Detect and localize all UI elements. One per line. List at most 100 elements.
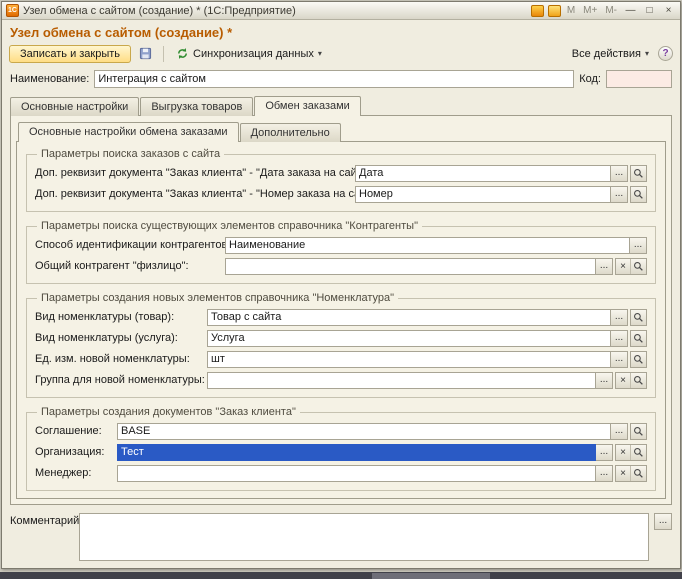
group-new-nomenclature-params: Параметры создания новых элементов справ…: [26, 292, 656, 398]
window-title: Узел обмена с сайтом (создание) * (1С:Пр…: [23, 5, 527, 17]
name-input[interactable]: [94, 70, 574, 88]
field-label: Доп. реквизит документа "Заказ клиента" …: [35, 188, 355, 200]
open-button[interactable]: [631, 331, 646, 346]
organization-input[interactable]: [117, 444, 596, 461]
choose-button[interactable]: ...: [630, 237, 647, 254]
field-buttons: [630, 309, 647, 326]
form-row: Доп. реквизит документа "Заказ клиента" …: [35, 164, 647, 182]
field-label: Общий контрагент "физлицо":: [35, 260, 225, 272]
clear-button[interactable]: ×: [616, 445, 631, 460]
minimize-button[interactable]: —: [623, 4, 638, 17]
desktop: 1С Узел обмена с сайтом (создание) * (1С…: [0, 0, 682, 579]
form-row: Менеджер: ... ×: [35, 464, 647, 482]
titlebar-service-icon-1[interactable]: [531, 5, 544, 17]
toolbar-separator: [163, 46, 164, 62]
counterparty-identification-input[interactable]: [225, 237, 630, 254]
nomenclature-kind-service-input[interactable]: [207, 330, 611, 347]
choose-button[interactable]: ...: [596, 465, 613, 482]
open-button[interactable]: [631, 187, 646, 202]
form-row: Вид номенклатуры (услуга): ...: [35, 329, 647, 347]
field-wrap: ...: [207, 351, 647, 368]
form-row: Общий контрагент "физлицо": ... ×: [35, 257, 647, 275]
save-button[interactable]: [135, 44, 156, 63]
tab-goods-upload[interactable]: Выгрузка товаров: [140, 97, 253, 116]
open-button[interactable]: [631, 166, 646, 181]
all-actions-button[interactable]: Все действия ▾: [567, 45, 654, 63]
choose-button[interactable]: ...: [611, 186, 628, 203]
form-row: Доп. реквизит документа "Заказ клиента" …: [35, 185, 647, 203]
choose-button[interactable]: ...: [596, 444, 613, 461]
field-label: Группа для новой номенклатуры:: [35, 374, 207, 386]
all-actions-label: Все действия: [572, 48, 641, 60]
floppy-icon: [139, 47, 152, 60]
field-buttons: [630, 330, 647, 347]
common-counterparty-input[interactable]: [225, 258, 596, 275]
open-button[interactable]: [631, 259, 646, 274]
order-number-attr-input[interactable]: [355, 186, 611, 203]
save-and-close-button[interactable]: Записать и закрыть: [9, 45, 131, 63]
sub-tab-strip: Основные настройки обмена заказами Допол…: [16, 121, 666, 141]
comment-input[interactable]: [79, 513, 649, 561]
chevron-down-icon: ▾: [645, 49, 649, 58]
memory-m-button[interactable]: М: [565, 5, 577, 16]
open-button[interactable]: [631, 445, 646, 460]
field-wrap: ...: [225, 237, 647, 254]
help-button[interactable]: ?: [658, 46, 673, 61]
new-nomenclature-unit-input[interactable]: [207, 351, 611, 368]
taskbar-button-fragment[interactable]: [372, 573, 490, 579]
order-date-attr-input[interactable]: [355, 165, 611, 182]
field-buttons: ×: [615, 372, 647, 389]
choose-button[interactable]: ...: [611, 309, 628, 326]
open-button[interactable]: [631, 424, 646, 439]
agreement-input[interactable]: [117, 423, 611, 440]
magnifier-icon: [633, 354, 644, 365]
magnifier-icon: [633, 261, 644, 272]
memory-m-plus-button[interactable]: М+: [581, 5, 599, 16]
field-label: Менеджер:: [35, 467, 117, 479]
nomenclature-kind-goods-input[interactable]: [207, 309, 611, 326]
clear-button[interactable]: ×: [616, 259, 631, 274]
tab-main-settings[interactable]: Основные настройки: [10, 97, 139, 116]
choose-button[interactable]: ...: [596, 258, 613, 275]
magnifier-icon: [633, 168, 644, 179]
open-button[interactable]: [631, 310, 646, 325]
clear-button[interactable]: ×: [616, 373, 631, 388]
group-counterparty-search-params: Параметры поиска существующих элементов …: [26, 220, 656, 284]
choose-button[interactable]: ...: [611, 423, 628, 440]
field-label: Организация:: [35, 446, 117, 458]
open-button[interactable]: [631, 466, 646, 481]
field-wrap: ... ×: [207, 372, 647, 389]
order-exchange-settings-panel: Параметры поиска заказов с сайта Доп. ре…: [16, 141, 666, 499]
app-1c-icon: 1С: [6, 4, 19, 17]
titlebar-service-icon-2[interactable]: [548, 5, 561, 17]
magnifier-icon: [633, 447, 644, 458]
open-button[interactable]: [631, 373, 646, 388]
tab-order-exchange[interactable]: Обмен заказами: [254, 96, 361, 116]
clear-button[interactable]: ×: [616, 466, 631, 481]
group-title: Параметры создания документов "Заказ кли…: [37, 406, 300, 418]
field-buttons: [630, 351, 647, 368]
data-sync-button[interactable]: Синхронизация данных ▾: [171, 44, 327, 63]
page-title: Узел обмена с сайтом (создание) *: [2, 20, 680, 42]
magnifier-icon: [633, 426, 644, 437]
sync-arrows-icon: [176, 47, 189, 60]
field-label: Вид номенклатуры (услуга):: [35, 332, 207, 344]
field-wrap: ...: [207, 330, 647, 347]
new-nomenclature-group-input[interactable]: [207, 372, 596, 389]
chevron-down-icon: ▾: [318, 49, 322, 58]
subtab-additional[interactable]: Дополнительно: [240, 123, 341, 142]
field-label: Доп. реквизит документа "Заказ клиента" …: [35, 167, 355, 179]
choose-button[interactable]: ...: [611, 351, 628, 368]
choose-button[interactable]: ...: [596, 372, 613, 389]
memory-m-minus-button[interactable]: М-: [603, 5, 619, 16]
close-button[interactable]: ×: [661, 4, 676, 17]
code-input[interactable]: [606, 70, 672, 88]
maximize-button[interactable]: □: [642, 4, 657, 17]
choose-button[interactable]: ...: [611, 165, 628, 182]
field-wrap: ... ×: [117, 444, 647, 461]
open-button[interactable]: [631, 352, 646, 367]
manager-input[interactable]: [117, 465, 596, 482]
subtab-main-order-exchange-settings[interactable]: Основные настройки обмена заказами: [18, 122, 239, 142]
comment-expand-button[interactable]: ...: [654, 513, 672, 530]
choose-button[interactable]: ...: [611, 330, 628, 347]
